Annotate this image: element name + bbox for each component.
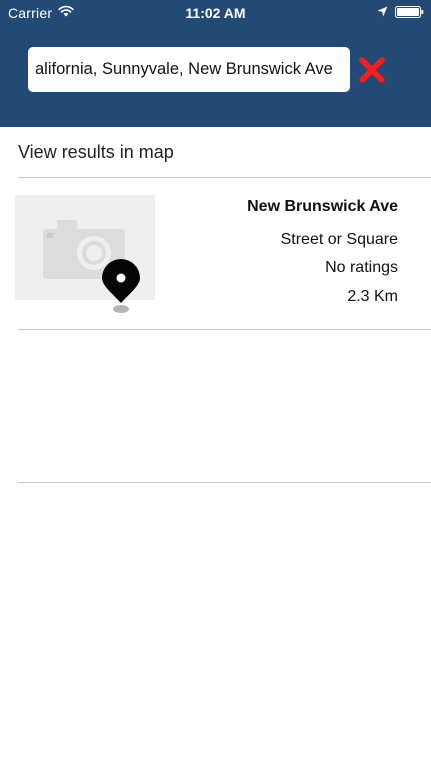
location-arrow-icon bbox=[377, 6, 388, 17]
search-box bbox=[28, 47, 350, 92]
view-results-in-map-button[interactable]: View results in map bbox=[0, 127, 431, 177]
result-name: New Brunswick Ave bbox=[247, 198, 398, 215]
view-map-label: View results in map bbox=[18, 142, 174, 162]
result-rating: No ratings bbox=[325, 259, 398, 276]
result-list-item[interactable]: New Brunswick Ave Street or Square No ra… bbox=[0, 178, 431, 329]
result-distance: 2.3 Km bbox=[347, 288, 398, 305]
empty-list-item bbox=[0, 330, 431, 482]
map-pin-icon bbox=[102, 259, 140, 313]
status-bar: Carrier 11:02 AM bbox=[0, 0, 431, 26]
battery-icon bbox=[395, 6, 424, 18]
header: Carrier 11:02 AM bbox=[0, 0, 431, 127]
search-input[interactable] bbox=[28, 47, 350, 92]
close-icon[interactable] bbox=[358, 56, 386, 84]
result-type: Street or Square bbox=[280, 231, 398, 248]
app-screen: Carrier 11:02 AM View results in m bbox=[0, 0, 431, 766]
divider bbox=[18, 482, 431, 483]
status-time: 11:02 AM bbox=[185, 5, 246, 21]
